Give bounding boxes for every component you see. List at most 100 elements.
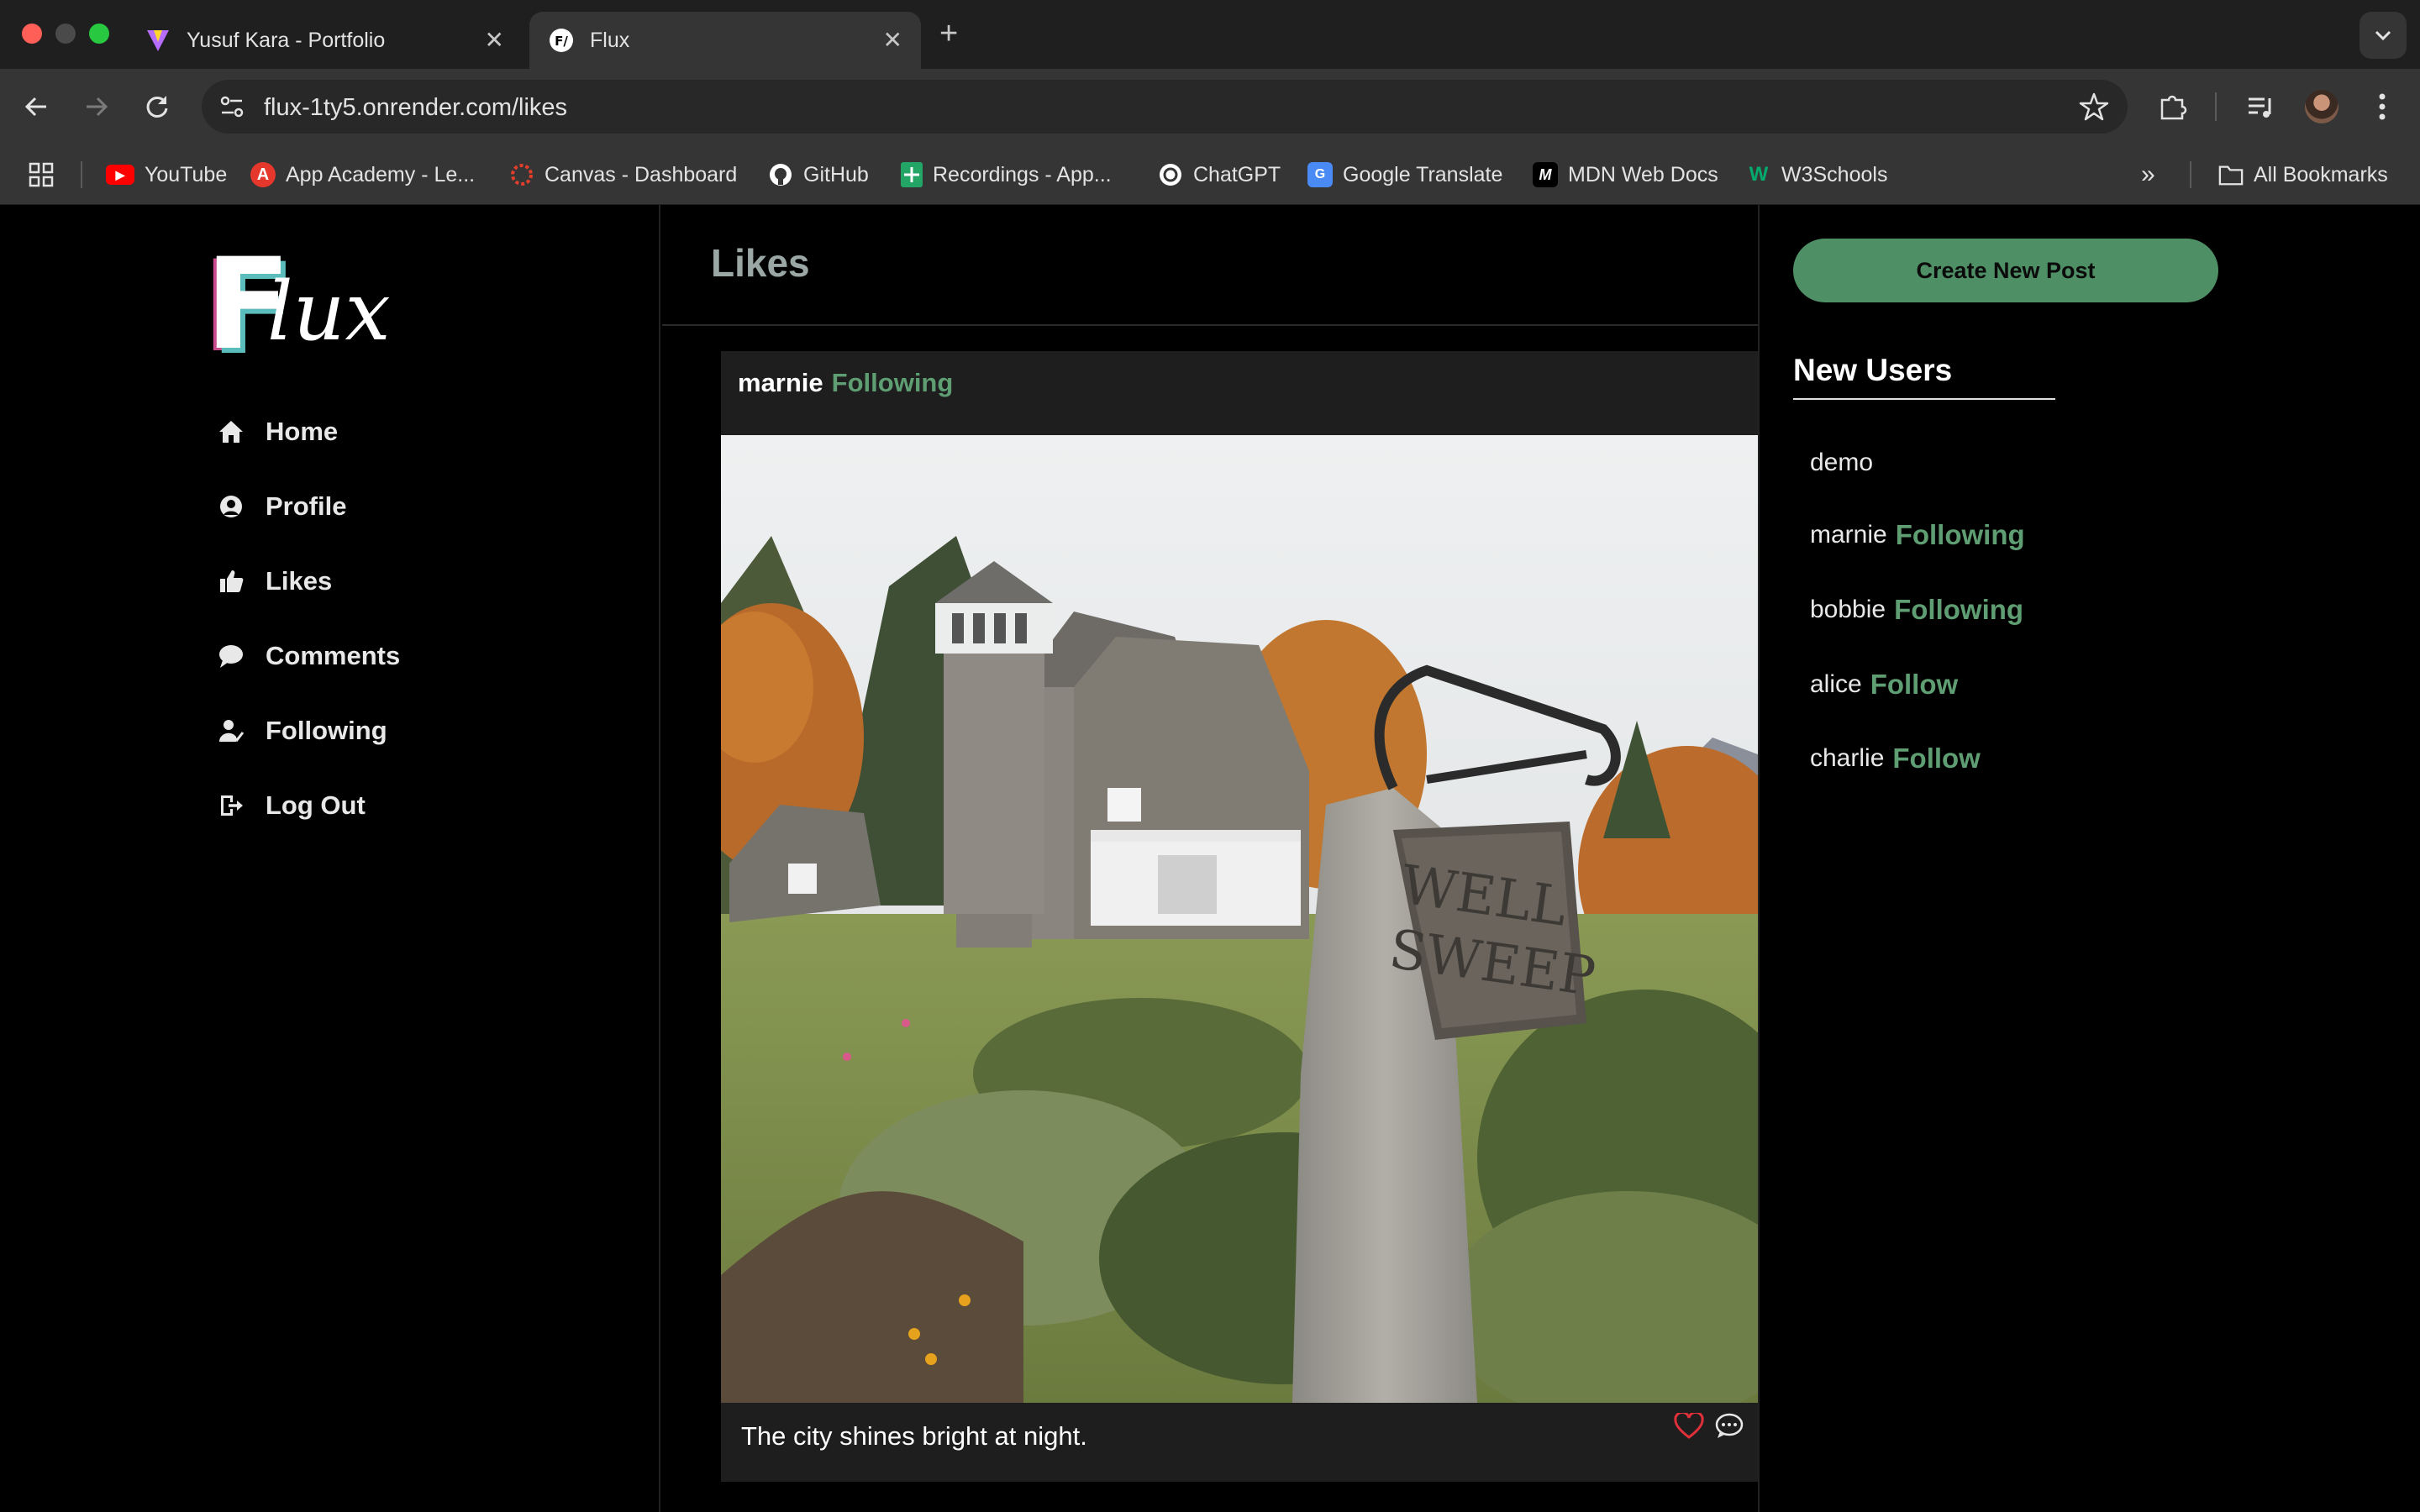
folder-icon: [2218, 162, 2244, 187]
nav-label: Home: [266, 417, 339, 446]
chatgpt-icon: [1158, 162, 1183, 187]
flux-logo[interactable]: F lux: [205, 242, 391, 368]
profile-avatar-button[interactable]: [2302, 87, 2341, 126]
nav-home[interactable]: Home: [217, 408, 338, 455]
right-sidebar: Create New Post New Users demo marnie Fo…: [1758, 205, 2420, 1512]
nav-following[interactable]: Following: [217, 707, 387, 754]
post-follow-status[interactable]: Following: [832, 368, 954, 398]
nav-label: Following: [266, 716, 387, 745]
vite-logo-icon: [145, 27, 171, 54]
bookmark-w3schools[interactable]: W W3Schools: [1746, 160, 1888, 190]
bookmark-mdn[interactable]: M MDN Web Docs: [1533, 160, 1718, 190]
tab-title: Flux: [590, 28, 630, 52]
tab-title: Yusuf Kara - Portfolio: [187, 28, 386, 52]
new-tab-button[interactable]: +: [939, 15, 958, 52]
nav-label: Comments: [266, 641, 401, 670]
translate-icon: G: [1307, 162, 1333, 187]
maximize-window-button[interactable]: [89, 24, 109, 44]
browser-menu-button[interactable]: [2363, 87, 2402, 126]
nav-label: Likes: [266, 566, 333, 596]
follow-toggle[interactable]: Follow: [1870, 669, 1958, 701]
bookmark-github[interactable]: GitHub: [768, 160, 869, 190]
app-academy-icon: A: [250, 162, 276, 187]
browser-tab-portfolio[interactable]: Yusuf Kara - Portfolio ✕: [126, 12, 523, 69]
post-username[interactable]: marnie: [738, 368, 823, 398]
new-user-item: demo: [1810, 442, 1873, 484]
apps-grid-icon: [29, 162, 54, 187]
bookmark-recordings[interactable]: Recordings - App...: [901, 160, 1112, 190]
nav-profile[interactable]: Profile: [217, 483, 346, 530]
close-tab-icon[interactable]: ✕: [883, 29, 902, 52]
puzzle-icon: [2160, 95, 2187, 120]
mdn-icon: M: [1533, 162, 1558, 187]
browser-toolbar: flux-1ty5.onrender.com/likes: [0, 69, 2420, 144]
bookmark-google-translate[interactable]: G Google Translate: [1307, 160, 1502, 190]
bookmarks-divider: [81, 161, 82, 188]
bookmark-label: All Bookmarks: [2254, 162, 2388, 186]
post-caption: The city shines bright at night.: [741, 1421, 1087, 1451]
profile-icon: [217, 492, 245, 521]
close-tab-icon[interactable]: ✕: [485, 29, 504, 52]
create-new-post-button[interactable]: Create New Post: [1793, 239, 2218, 302]
follow-toggle[interactable]: Following: [1896, 519, 2025, 551]
media-controls-button[interactable]: [2242, 87, 2281, 126]
nav-log-out[interactable]: Log Out: [217, 782, 366, 829]
address-bar[interactable]: flux-1ty5.onrender.com/likes: [202, 80, 2128, 134]
bookmark-chatgpt[interactable]: ChatGPT: [1158, 160, 1281, 190]
flux-favicon-icon: F/: [548, 27, 575, 54]
close-window-button[interactable]: [22, 24, 42, 44]
toolbar-divider: [2215, 92, 2217, 121]
bookmark-canvas[interactable]: Canvas - Dashboard: [509, 160, 737, 190]
github-icon: [768, 162, 793, 187]
extensions-button[interactable]: [2153, 87, 2191, 126]
all-bookmarks-button[interactable]: All Bookmarks: [2218, 160, 2388, 190]
bookmark-youtube[interactable]: ▶ YouTube: [106, 160, 227, 190]
nav-likes[interactable]: Likes: [217, 558, 332, 605]
avatar: [2305, 90, 2338, 123]
forward-button[interactable]: [77, 87, 116, 126]
new-user-item: marnie Following: [1810, 514, 2025, 556]
w3schools-icon: W: [1749, 163, 1769, 186]
canvas-icon: [509, 162, 534, 187]
bookmark-label: W3Schools: [1781, 162, 1888, 186]
browser-tab-bar: Yusuf Kara - Portfolio ✕ F/ Flux ✕ +: [0, 0, 2420, 69]
nav-comments[interactable]: Comments: [217, 633, 400, 680]
tab-search-button[interactable]: [2360, 12, 2407, 59]
user-check-icon: [217, 717, 245, 745]
nav-label: Profile: [266, 491, 347, 521]
comment-icon[interactable]: [1714, 1413, 1744, 1444]
follow-toggle[interactable]: Following: [1894, 594, 2023, 626]
reload-button[interactable]: [138, 87, 176, 126]
main-feed: Likes marnie Following WELL SWEEP The ci…: [662, 205, 1758, 1512]
new-user-name[interactable]: demo: [1810, 449, 1873, 477]
bookmark-label: Recordings - App...: [933, 162, 1112, 186]
post-image[interactable]: WELL SWEEP: [721, 435, 1758, 1403]
site-info-icon[interactable]: [217, 92, 247, 126]
bookmark-label: Canvas - Dashboard: [544, 162, 738, 186]
sheets-icon: [901, 162, 923, 187]
new-user-name[interactable]: alice: [1810, 670, 1862, 699]
browser-tab-flux[interactable]: F/ Flux ✕: [529, 12, 921, 69]
new-user-name[interactable]: bobbie: [1810, 596, 1886, 624]
back-button[interactable]: [17, 87, 55, 126]
bookmark-label: MDN Web Docs: [1568, 162, 1718, 186]
bookmarks-overflow-button[interactable]: »: [2141, 160, 2155, 190]
chevron-down-icon: [2375, 30, 2391, 41]
minimize-window-button[interactable]: [55, 24, 76, 44]
url-text: flux-1ty5.onrender.com/likes: [264, 94, 568, 121]
new-user-name[interactable]: charlie: [1810, 744, 1884, 773]
new-user-item: charlie Follow: [1810, 738, 1981, 780]
follow-toggle[interactable]: Follow: [1892, 743, 1980, 774]
bookmark-label: ChatGPT: [1193, 162, 1281, 186]
apps-button[interactable]: [29, 160, 54, 190]
arrow-right-icon: [87, 97, 108, 117]
new-user-name[interactable]: marnie: [1810, 521, 1887, 549]
bookmark-app-academy[interactable]: A App Academy - Le...: [250, 160, 475, 190]
heart-icon[interactable]: [1674, 1410, 1704, 1444]
logo-text: lux: [267, 265, 391, 359]
bookmark-label: GitHub: [803, 162, 869, 186]
more-vertical-icon: [2379, 93, 2386, 120]
flux-app: F lux Home Profile Likes Comments Follow…: [0, 205, 2420, 1512]
nav-label: Log Out: [266, 790, 366, 820]
bookmark-star-icon[interactable]: [2079, 92, 2109, 126]
